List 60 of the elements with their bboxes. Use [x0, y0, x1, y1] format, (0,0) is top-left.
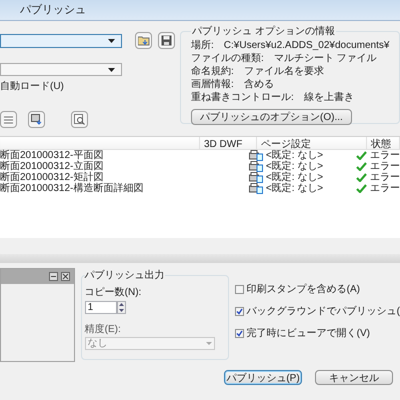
caret-icon	[108, 68, 115, 72]
sheet-name: 断面201000312-平面図	[0, 148, 104, 161]
precision-label: 精度(E):	[84, 322, 122, 337]
checkbox-label: 印刷スタンプを含める(A)	[246, 282, 360, 297]
sheet-list-dropdown[interactable]	[0, 34, 122, 48]
save-icon[interactable]	[158, 32, 175, 49]
dialog-button[interactable]: キャンセル	[315, 370, 393, 385]
checkbox[interactable]	[234, 329, 244, 338]
info-value: 含める	[244, 78, 274, 92]
column-header[interactable]: 状態	[367, 137, 400, 149]
info-value: ファイル名を要求	[244, 64, 324, 78]
page-setup-cell-text: <既定: なし>	[266, 160, 324, 172]
printer-page-icon	[248, 183, 263, 194]
caret-icon	[108, 38, 115, 42]
page-setup-cell-text: <既定: なし>	[266, 148, 324, 161]
info-label: 重ね書きコントロール:	[191, 90, 294, 105]
copies-field[interactable]: 1	[84, 301, 117, 314]
checkmark-icon	[356, 162, 367, 171]
checkbox[interactable]	[234, 307, 244, 316]
preview-icon[interactable]	[71, 111, 88, 128]
dialog-button[interactable]: パブリッシュ(P)	[224, 370, 302, 385]
checkbox-label: 完了時にビューアで開く(V)	[246, 326, 370, 341]
list-icon[interactable]	[0, 111, 17, 128]
info-label: 場所:	[191, 38, 214, 53]
printer-page-icon	[248, 161, 263, 172]
sheet-name: 断面201000312-矩計図	[0, 170, 104, 183]
group-title: パブリッシュ出力	[84, 268, 165, 283]
status-cell-text: エラー	[370, 171, 400, 184]
sheet-name: 断面201000312-構造断面詳細図	[0, 182, 144, 196]
checkbox-label: バックグラウンドでパブリッシュ(	[246, 304, 400, 319]
checkmark-icon	[356, 184, 367, 193]
sheet-name: 断面201000312-立面図	[0, 160, 104, 172]
window-title: パブリッシュ	[20, 2, 86, 18]
status-cell-text: エラー	[370, 149, 400, 162]
printer-page-icon	[248, 172, 263, 183]
status-cell-text: エラー	[370, 182, 400, 196]
status-cell-text: エラー	[370, 160, 400, 173]
copies-label: コピー数(N):	[84, 286, 142, 300]
expand-icon[interactable]	[48, 272, 58, 281]
open-folder-icon[interactable]	[135, 32, 152, 49]
printer-page-icon	[248, 150, 263, 161]
checkmark-icon	[356, 151, 367, 160]
auto-load-label: 自動ロード(U)	[0, 80, 65, 94]
info-label: 命名規約:	[191, 65, 234, 78]
column-header[interactable]: ページ設定	[257, 137, 367, 149]
info-label: 画層情報:	[191, 78, 234, 92]
page-setup-cell-text: <既定: なし>	[266, 171, 324, 183]
info-value: マルチシート ファイル	[274, 52, 377, 66]
sheet-add-icon[interactable]	[28, 111, 45, 128]
checkmark-icon	[356, 173, 367, 182]
info-label: ファイルの種類:	[191, 52, 264, 66]
info-value: 線を上書き	[304, 90, 354, 105]
collapse-icon[interactable]	[60, 272, 70, 281]
column-header[interactable]: 3D DWF	[200, 137, 257, 149]
checkbox[interactable]	[234, 285, 244, 294]
info-value: C:¥Users¥u2.ADDS_02¥documents¥	[224, 39, 390, 52]
page-setup-cell-text: <既定: なし>	[266, 182, 324, 196]
group-title: パブリッシュ オプションの情報	[191, 24, 336, 39]
options-button[interactable]: パブリッシュのオプション(O)...	[191, 109, 352, 125]
caret-icon	[206, 342, 212, 345]
